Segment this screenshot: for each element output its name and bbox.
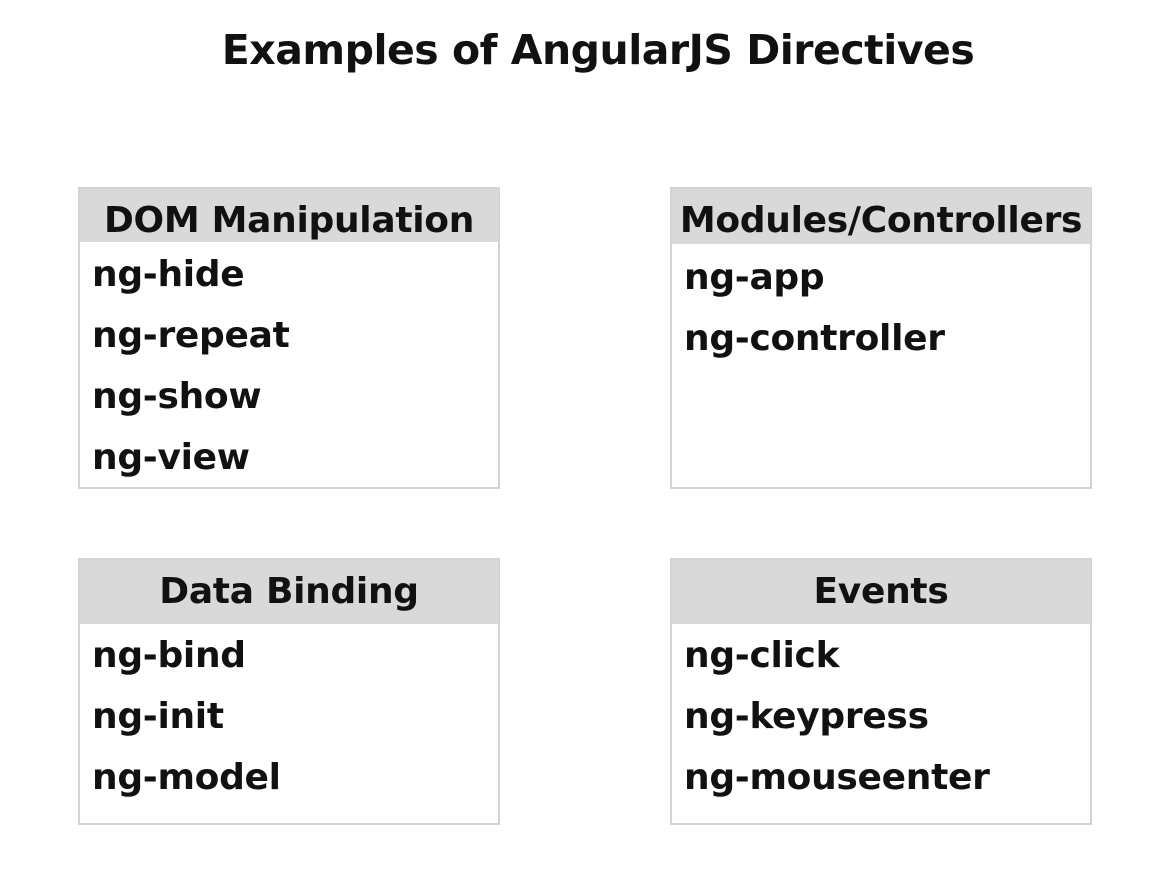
directive-list: ng-hide ng-repeat ng-show ng-view	[80, 242, 498, 488]
directive-item: ng-bind	[92, 635, 246, 676]
directive-item: ng-model	[92, 757, 281, 798]
group-header: Data Binding	[80, 560, 498, 624]
directive-item: ng-click	[684, 635, 840, 676]
directive-item: ng-app	[684, 257, 825, 298]
group-header: Events	[672, 560, 1090, 624]
directive-item: ng-show	[92, 376, 262, 417]
directive-item: ng-mouseenter	[684, 757, 990, 798]
directive-list: ng-bind ng-init ng-model	[80, 624, 498, 808]
directive-item: ng-controller	[684, 318, 945, 359]
directive-list: ng-app ng-controller	[672, 244, 1090, 369]
group-events: Events ng-click ng-keypress ng-mouseente…	[670, 558, 1092, 825]
directive-item: ng-repeat	[92, 315, 290, 356]
group-header: DOM Manipulation	[80, 189, 498, 242]
directive-item: ng-hide	[92, 254, 245, 295]
directive-item: ng-keypress	[684, 696, 929, 737]
diagram-title: Examples of AngularJS Directives	[221, 26, 975, 74]
group-modules-controllers: Modules/Controllers ng-app ng-controller	[670, 187, 1092, 489]
directive-item: ng-init	[92, 696, 224, 737]
group-header: Modules/Controllers	[672, 189, 1090, 244]
group-data-binding: Data Binding ng-bind ng-init ng-model	[78, 558, 500, 825]
group-dom-manipulation: DOM Manipulation ng-hide ng-repeat ng-sh…	[78, 187, 500, 489]
directive-list: ng-click ng-keypress ng-mouseenter	[672, 624, 1090, 808]
directive-item: ng-view	[92, 437, 250, 478]
